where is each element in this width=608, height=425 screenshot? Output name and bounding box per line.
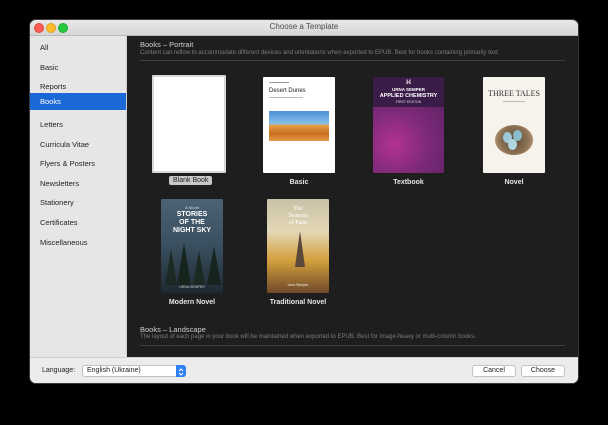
section-divider [140, 60, 565, 61]
section-description-landscape: The layout of each page in your book wil… [140, 334, 476, 340]
sidebar-item-all[interactable]: All [30, 39, 126, 56]
template-label: Modern Novel [168, 299, 216, 306]
modern-novel-cover-thumbnail[interactable]: A Novel STORIES OF THE NIGHT SKY URNA SE… [161, 199, 223, 293]
template-gallery: Books – Portrait Content can reflow to a… [127, 36, 578, 357]
template-label: Novel [504, 179, 524, 186]
sidebar-item-letters[interactable]: Letters [30, 116, 126, 133]
basic-cover-thumbnail[interactable]: Desert Dunes [263, 77, 335, 173]
section-description-portrait: Content can reflow to accommodate differ… [140, 50, 500, 56]
window-title: Choose a Template [269, 22, 339, 31]
select-stepper-icon[interactable] [176, 365, 186, 377]
template-label: Blank Book [169, 176, 213, 185]
category-sidebar: All Basic Reports Books Letters Curricul… [30, 36, 127, 357]
sidebar-item-certificates[interactable]: Certificates [30, 214, 126, 231]
cover-author: URNA SEMPER [179, 285, 205, 289]
section-title-landscape: Books – Landscape [140, 325, 206, 334]
cover-title-line-1: STORIES [176, 211, 208, 218]
eiffel-tower-illustration [295, 231, 305, 267]
language-select[interactable]: English (Ukraine) [82, 365, 186, 377]
sidebar-item-newsletters[interactable]: Newsletters [30, 175, 126, 192]
language-label: Language: [42, 367, 76, 374]
sidebar-item-miscellaneous[interactable]: Miscellaneous [30, 234, 126, 251]
traditional-novel-cover-thumbnail[interactable]: The Seasons of Paris Urna Semper [267, 199, 329, 293]
section-divider [140, 345, 565, 346]
cover-author: Urna Semper [287, 283, 309, 287]
cover-title-line-2: OF THE [179, 219, 205, 226]
sidebar-item-books[interactable]: Books [30, 93, 126, 110]
cancel-button[interactable]: Cancel [472, 365, 516, 377]
title-bar[interactable]: Choose a Template [30, 20, 578, 36]
cover-title: THREE TALES [488, 89, 540, 98]
textbook-cover-thumbnail[interactable]: ⌘ URNA SEMPER APPLIED CHEMISTRY FIRST ED… [373, 77, 444, 173]
cover-title-line-3: of Paris [288, 220, 308, 226]
template-chooser-window: Choose a Template All Basic Reports Book… [30, 20, 578, 383]
sidebar-item-stationery[interactable]: Stationery [30, 194, 126, 211]
sidebar-item-curricula-vitae[interactable]: Curricula Vitae [30, 136, 126, 153]
section-title-portrait: Books – Portrait [140, 40, 194, 49]
sidebar-item-flyers-posters[interactable]: Flyers & Posters [30, 155, 126, 172]
template-label: Textbook [393, 179, 424, 186]
choose-button[interactable]: Choose [521, 365, 565, 377]
cover-edition: FIRST EDITION [395, 100, 422, 104]
template-label: Traditional Novel [269, 299, 327, 306]
cover-author: URNA SEMPER [391, 87, 426, 92]
blank-book-thumbnail[interactable] [152, 75, 226, 173]
template-label: Basic [289, 179, 309, 186]
cover-kicker: A Novel [185, 205, 199, 210]
cover-title: Desert Dunes [269, 88, 306, 94]
cover-title-line-3: NIGHT SKY [172, 227, 212, 234]
desert-photo [269, 111, 329, 141]
language-value: English (Ukraine) [87, 367, 141, 374]
footer-bar: Language: English (Ukraine) Cancel Choos… [30, 357, 578, 383]
cover-title: APPLIED CHEMISTRY [379, 93, 438, 99]
sidebar-item-basic[interactable]: Basic [30, 59, 126, 76]
novel-cover-thumbnail[interactable]: THREE TALES [483, 77, 545, 173]
cover-title-line-2: Seasons [288, 213, 308, 219]
cover-title-line-1: The [293, 206, 303, 212]
